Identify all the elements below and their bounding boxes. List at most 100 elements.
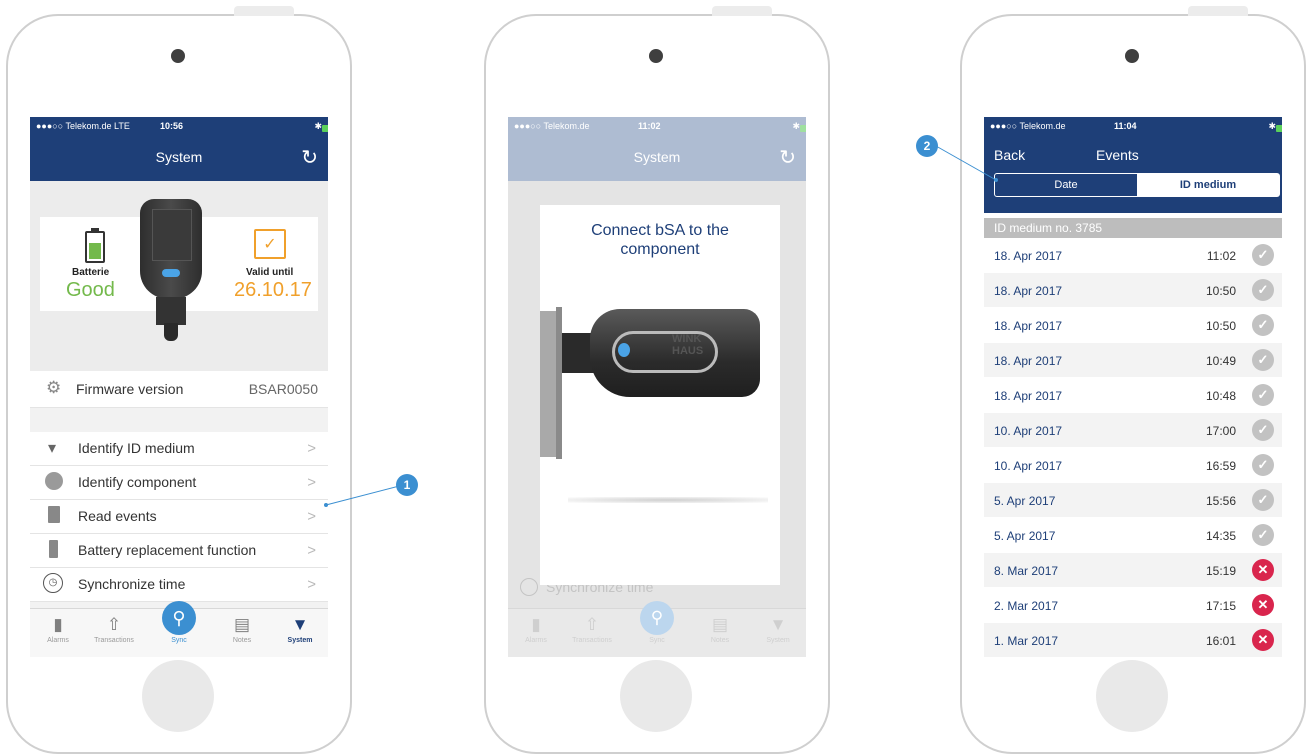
home-button[interactable]	[1096, 660, 1168, 732]
check-icon: ✓	[1252, 279, 1274, 301]
event-date: 8. Mar 2017	[994, 564, 1059, 578]
event-row[interactable]: 5. Apr 2017 15:56 ✓	[984, 483, 1282, 517]
tab-notes[interactable]: ▤ Notes	[214, 615, 270, 644]
menu-synchronize-time[interactable]: ◷ Synchronize time >	[30, 568, 328, 602]
clock-icon: ◷	[43, 573, 63, 593]
callout-badge-1: 1	[396, 474, 418, 496]
menu-label: Identify ID medium	[78, 440, 195, 456]
menu-identify-component[interactable]: Identify component >	[30, 466, 328, 500]
event-row[interactable]: 2. Mar 2017 17:15 ✕	[984, 588, 1282, 622]
page-title: Events	[1096, 147, 1139, 163]
segment-id-medium[interactable]: ID medium	[1137, 174, 1279, 196]
firmware-label: Firmware version	[76, 381, 184, 397]
event-date: 5. Apr 2017	[994, 529, 1056, 543]
events-list: 18. Apr 2017 11:02 ✓ 18. Apr 2017 10:50 ✓ 18. …	[984, 238, 1282, 657]
key-icon: ▾	[48, 440, 57, 457]
event-row[interactable]: 18. Apr 2017 11:02 ✓	[984, 238, 1282, 272]
event-date: 18. Apr 2017	[994, 389, 1063, 403]
segment-date[interactable]: Date	[995, 174, 1137, 196]
cross-icon: ✕	[1252, 629, 1274, 651]
clock: 10:56	[160, 121, 184, 131]
event-date: 18. Apr 2017	[994, 319, 1063, 333]
event-row[interactable]: 10. Apr 2017 16:59 ✓	[984, 448, 1282, 482]
tab-sync[interactable]: ⚲ Sync	[151, 601, 207, 656]
carrier-label: ●●●○○ Telekom.de LTE	[36, 121, 130, 131]
event-row[interactable]: 18. Apr 2017 10:49 ✓	[984, 343, 1282, 377]
tab-bar: ▮ Alarms ⇧ Transactions ⚲ Sync ▤ Notes ▼ Syst…	[30, 601, 328, 657]
key-brand-logo: WINK HAUS	[672, 333, 704, 357]
upload-icon: ⇧	[106, 615, 122, 634]
key-connector-image: WINK HAUS	[562, 297, 762, 407]
tab-label: Notes	[232, 637, 252, 644]
tab-sync: ⚲ Sync	[629, 601, 685, 656]
calendar-icon: ✓	[254, 229, 286, 259]
event-row[interactable]: 10. Apr 2017 17:00 ✓	[984, 413, 1282, 447]
phone-side-button	[234, 6, 294, 16]
home-button[interactable]	[142, 660, 214, 732]
event-date: 1. Mar 2017	[994, 634, 1059, 648]
cross-icon: ✕	[1252, 559, 1274, 581]
event-time: 10:49	[1205, 354, 1236, 368]
event-row[interactable]: 5. Apr 2017 14:35 ✓	[984, 518, 1282, 552]
menu-read-events[interactable]: Read events >	[30, 500, 328, 534]
clock-icon	[520, 578, 538, 596]
menu-label: Synchronize time	[78, 576, 186, 592]
event-row[interactable]: 18. Apr 2017 10:48 ✓	[984, 378, 1282, 412]
notes-icon: ▤	[711, 615, 729, 634]
callout-line-1	[324, 483, 408, 507]
menu-label: Battery replacement function	[78, 542, 257, 558]
tab-bar: ▮ Alarms ⇧ Transactions ⚲ Sync ▤ Notes ▼ Syst…	[508, 601, 806, 657]
key-shadow	[568, 497, 768, 503]
event-row[interactable]: 8. Mar 2017 15:19 ✕	[984, 553, 1282, 587]
event-time: 14:35	[1205, 529, 1236, 543]
event-time: 10:48	[1205, 389, 1236, 403]
carrier-label: ●●●○○ Telekom.de	[990, 121, 1066, 131]
menu-battery-replacement[interactable]: Battery replacement function >	[30, 534, 328, 568]
menu-identify-id-medium[interactable]: ▾ Identify ID medium >	[30, 432, 328, 466]
tab-system[interactable]: ▼ System	[272, 615, 328, 644]
refresh-icon[interactable]: ↻	[301, 145, 318, 170]
firmware-row: ⚙ Firmware version BSAR0050	[30, 371, 328, 408]
event-time: 11:02	[1206, 249, 1236, 263]
status-bar: ●●●○○ Telekom.de 11:02 ✱	[508, 117, 806, 135]
page-title: System	[155, 149, 203, 165]
event-date: 10. Apr 2017	[994, 459, 1063, 473]
upload-icon: ⇧	[584, 615, 600, 634]
event-row[interactable]: 1. Mar 2017 16:01 ✕	[984, 623, 1282, 657]
tab-alarms[interactable]: ▮ Alarms	[30, 615, 86, 644]
event-row[interactable]: 18. Apr 2017 10:50 ✓	[984, 308, 1282, 342]
callout-line-2	[935, 145, 998, 182]
alarm-icon: ▮	[531, 615, 541, 634]
event-row[interactable]: 18. Apr 2017 10:50 ✓	[984, 273, 1282, 307]
event-time: 10:50	[1205, 284, 1236, 298]
tab-transactions[interactable]: ⇧ Transactions	[86, 615, 142, 644]
event-date: 18. Apr 2017	[994, 249, 1063, 263]
valid-label: Valid until	[246, 267, 294, 278]
screen-system: ●●●○○ Telekom.de LTE 10:56 ✱ System ↻ Ba…	[30, 117, 328, 657]
cylinder-icon	[45, 472, 63, 490]
tab-label: Transactions	[572, 637, 612, 644]
tab-label: System	[287, 637, 313, 644]
cross-icon: ✕	[1252, 594, 1274, 616]
screen-events: ●●●○○ Telekom.de 11:04 ✱ Back Events Dat…	[984, 117, 1282, 657]
section-header: ID medium no. 3785	[984, 218, 1282, 238]
check-icon: ✓	[1252, 454, 1274, 476]
chevron-right-icon: >	[307, 542, 316, 559]
menu-label: Read events	[78, 508, 157, 524]
tab-label: Transactions	[94, 637, 134, 644]
event-date: 18. Apr 2017	[994, 354, 1063, 368]
home-button[interactable]	[620, 660, 692, 732]
tab-label: Sync	[649, 637, 665, 644]
camera	[649, 49, 663, 63]
event-time: 15:56	[1205, 494, 1236, 508]
event-time: 10:50	[1205, 319, 1236, 333]
check-icon: ✓	[1252, 314, 1274, 336]
event-date: 18. Apr 2017	[994, 284, 1063, 298]
camera	[171, 49, 185, 63]
segmented-control: Date ID medium	[994, 173, 1280, 197]
nav-bar: ●●●○○ Telekom.de 11:02 ✱ System ↻	[508, 117, 806, 181]
menu-label: Identify component	[78, 474, 197, 490]
event-time: 16:01	[1205, 634, 1236, 648]
tab-label: Sync	[171, 637, 187, 644]
event-date: 10. Apr 2017	[994, 424, 1063, 438]
